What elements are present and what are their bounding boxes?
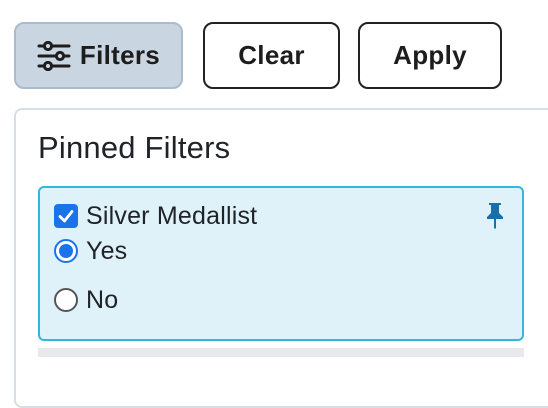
filter-checkbox[interactable] [54,204,78,228]
radio-button-no[interactable] [54,288,78,312]
filter-header: Silver Medallist [54,202,257,230]
clear-button[interactable]: Clear [203,22,340,89]
radio-option-yes[interactable]: Yes [54,236,127,266]
radio-option-no[interactable]: No [54,285,118,315]
filters-button-label: Filters [79,40,161,70]
radio-label-yes: Yes [86,236,128,265]
pin-icon[interactable] [482,200,508,230]
horizontal-scrollbar[interactable] [38,348,524,357]
radio-button-yes[interactable] [54,239,78,263]
panel-title: Pinned Filters [38,130,231,165]
filter-label: Silver Medallist [86,201,258,230]
filter-toolbar: Filters Clear Apply [0,0,548,100]
check-icon [58,210,74,223]
apply-button[interactable]: Apply [358,22,502,89]
filters-button[interactable]: Filters [14,22,183,89]
radio-label-no: No [86,285,119,314]
sliders-icon [37,40,71,71]
filter-card-silver-medallist: Silver Medallist Yes No [38,186,524,341]
pinned-filters-panel: Pinned Filters Silver Medallist Yes No [14,108,548,408]
radio-dot [59,244,73,258]
